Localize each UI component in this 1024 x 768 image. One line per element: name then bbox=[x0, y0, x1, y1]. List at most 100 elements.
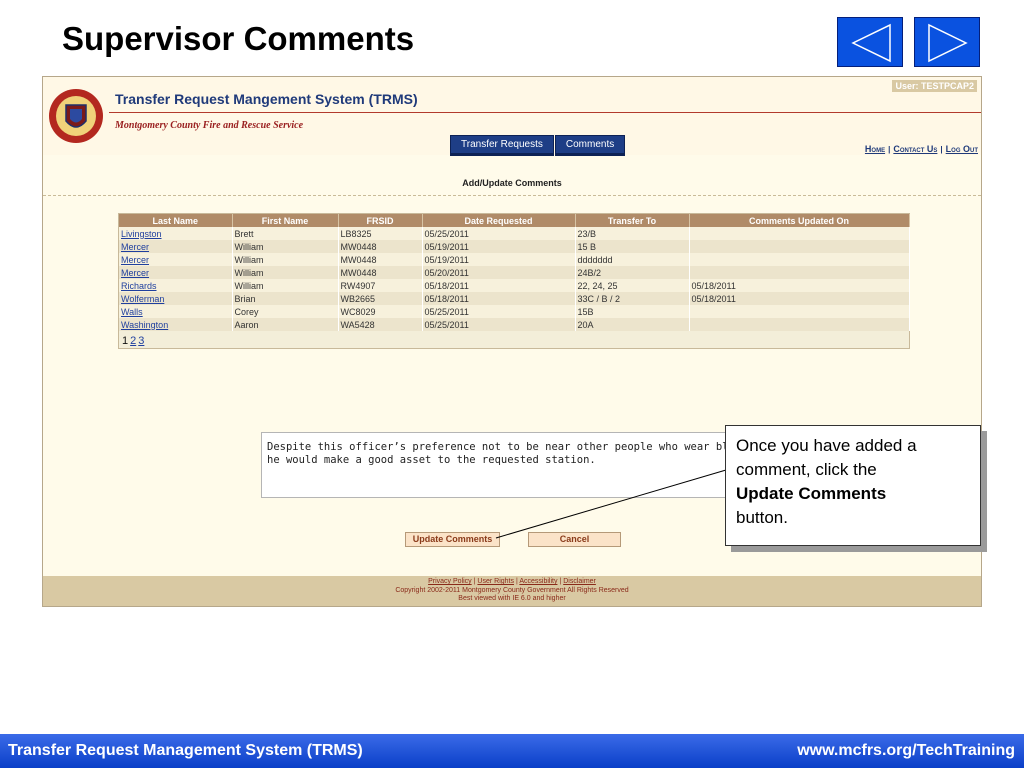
column-header-frsid[interactable]: FRSID bbox=[338, 214, 423, 227]
last-name-link[interactable]: Mercer bbox=[121, 255, 149, 265]
cell-transfer-to: 23/B bbox=[575, 227, 690, 240]
cell-frsid: RW4907 bbox=[338, 279, 423, 292]
instruction-callout: Once you have added a comment, click the… bbox=[725, 425, 981, 546]
table-row: Mercer William MW0448 05/19/2011 ddddddd bbox=[119, 253, 910, 266]
cell-last-name: Livingston bbox=[119, 227, 233, 240]
pager-page-link[interactable]: 2 bbox=[130, 335, 136, 347]
cell-last-name: Wolferman bbox=[119, 292, 233, 305]
cell-transfer-to: 15 B bbox=[575, 240, 690, 253]
top-links: Home | Contact Us | Log Out bbox=[865, 144, 978, 154]
previous-slide-button[interactable] bbox=[837, 17, 903, 67]
privacy-policy-link[interactable]: Privacy Policy bbox=[428, 578, 472, 585]
cell-transfer-to: 33C / B / 2 bbox=[575, 292, 690, 305]
last-name-link[interactable]: Mercer bbox=[121, 268, 149, 278]
cell-date-requested: 05/19/2011 bbox=[422, 240, 576, 253]
column-header-date-requested[interactable]: Date Requested bbox=[422, 214, 576, 227]
cell-frsid: WC8029 bbox=[338, 305, 423, 318]
cell-comments-updated bbox=[689, 227, 910, 240]
link-separator: | bbox=[940, 145, 943, 154]
table-row: Richards William RW4907 05/18/2011 22, 2… bbox=[119, 279, 910, 292]
tab-comments[interactable]: Comments bbox=[554, 135, 626, 156]
cell-comments-updated bbox=[689, 240, 910, 253]
cancel-button[interactable]: Cancel bbox=[528, 532, 621, 547]
table-row: Mercer William MW0448 05/20/2011 24B/2 bbox=[119, 266, 910, 279]
footer-separator: | bbox=[515, 578, 518, 585]
cell-date-requested: 05/20/2011 bbox=[422, 266, 576, 279]
cell-date-requested: 05/19/2011 bbox=[422, 253, 576, 266]
cell-date-requested: 05/18/2011 bbox=[422, 292, 576, 305]
requests-table: Last Name First Name FRSID Date Requeste… bbox=[119, 214, 910, 331]
cell-comments-updated: 05/18/2011 bbox=[689, 292, 910, 305]
cell-first-name: Brian bbox=[232, 292, 339, 305]
cell-frsid: MW0448 bbox=[338, 240, 423, 253]
cell-transfer-to: 22, 24, 25 bbox=[575, 279, 690, 292]
user-rights-link[interactable]: User Rights bbox=[477, 578, 514, 585]
dashed-divider bbox=[43, 195, 981, 196]
cell-frsid: WA5428 bbox=[338, 318, 423, 331]
cell-frsid: LB8325 bbox=[338, 227, 423, 240]
cell-date-requested: 05/25/2011 bbox=[422, 227, 576, 240]
footer-separator: | bbox=[473, 578, 476, 585]
section-title: Add/Update Comments bbox=[462, 178, 562, 188]
cell-first-name: Aaron bbox=[232, 318, 339, 331]
cell-last-name: Walls bbox=[119, 305, 233, 318]
log-out-link[interactable]: Log Out bbox=[946, 144, 978, 154]
cell-last-name: Mercer bbox=[119, 240, 233, 253]
tab-transfer-requests[interactable]: Transfer Requests bbox=[450, 135, 554, 156]
contact-us-link[interactable]: Contact Us bbox=[893, 144, 937, 154]
last-name-link[interactable]: Livingston bbox=[121, 229, 162, 239]
column-header-first-name[interactable]: First Name bbox=[232, 214, 339, 227]
triangle-right-icon bbox=[928, 23, 968, 63]
pager-current-page: 1 bbox=[122, 335, 129, 347]
comment-textarea[interactable]: Despite this officer’s preference not to… bbox=[261, 432, 771, 498]
tab-bar: Transfer Requests Comments bbox=[450, 135, 626, 156]
footer-links: Privacy Policy | User Rights | Accessibi… bbox=[43, 578, 981, 587]
cell-transfer-to: 15B bbox=[575, 305, 690, 318]
update-comments-button[interactable]: Update Comments bbox=[405, 532, 500, 547]
cell-last-name: Mercer bbox=[119, 266, 233, 279]
column-header-comments-updated-on[interactable]: Comments Updated On bbox=[689, 214, 910, 227]
table-row: Mercer William MW0448 05/19/2011 15 B bbox=[119, 240, 910, 253]
agency-name: Montgomery County Fire and Rescue Servic… bbox=[115, 120, 304, 131]
cell-first-name: Corey bbox=[232, 305, 339, 318]
callout-text-bold: Update Comments bbox=[736, 484, 887, 503]
table-header-row: Last Name First Name FRSID Date Requeste… bbox=[119, 214, 910, 227]
column-header-transfer-to[interactable]: Transfer To bbox=[575, 214, 690, 227]
cell-last-name: Washington bbox=[119, 318, 233, 331]
accessibility-link[interactable]: Accessibility bbox=[519, 578, 557, 585]
last-name-link[interactable]: Wolferman bbox=[121, 294, 164, 304]
mcfrs-seal-logo bbox=[49, 89, 103, 143]
cell-first-name: William bbox=[232, 240, 339, 253]
last-name-link[interactable]: Mercer bbox=[121, 242, 149, 252]
table-row: Wolferman Brian WB2665 05/18/2011 33C / … bbox=[119, 292, 910, 305]
cell-comments-updated bbox=[689, 266, 910, 279]
user-label: User: TESTPCAP2 bbox=[892, 80, 977, 92]
app-title: Transfer Request Mangement System (TRMS) bbox=[115, 91, 418, 107]
callout-text-pre: Once you have added a comment, click the bbox=[736, 436, 917, 479]
disclaimer-link[interactable]: Disclaimer bbox=[563, 578, 596, 585]
app-footer: Privacy Policy | User Rights | Accessibi… bbox=[43, 576, 981, 606]
cell-date-requested: 05/18/2011 bbox=[422, 279, 576, 292]
app-header: Transfer Request Mangement System (TRMS)… bbox=[43, 77, 981, 156]
cell-date-requested: 05/25/2011 bbox=[422, 318, 576, 331]
home-link[interactable]: Home bbox=[865, 144, 885, 154]
callout-text-post: button. bbox=[736, 508, 788, 527]
cell-first-name: William bbox=[232, 279, 339, 292]
last-name-link[interactable]: Walls bbox=[121, 307, 143, 317]
next-slide-button[interactable] bbox=[914, 17, 980, 67]
pager-page-link[interactable]: 3 bbox=[138, 335, 144, 347]
cell-transfer-to: 20A bbox=[575, 318, 690, 331]
cell-date-requested: 05/25/2011 bbox=[422, 305, 576, 318]
requests-grid: Last Name First Name FRSID Date Requeste… bbox=[118, 213, 910, 349]
cell-first-name: Brett bbox=[232, 227, 339, 240]
cell-transfer-to: ddddddd bbox=[575, 253, 690, 266]
slide-footer-title: Transfer Request Management System (TRMS… bbox=[8, 742, 363, 759]
cell-frsid: MW0448 bbox=[338, 266, 423, 279]
cell-comments-updated: 05/18/2011 bbox=[689, 279, 910, 292]
cell-last-name: Richards bbox=[119, 279, 233, 292]
last-name-link[interactable]: Washington bbox=[121, 320, 168, 330]
footer-copyright: Copyright 2002-2011 Montgomery County Go… bbox=[395, 586, 629, 594]
column-header-last-name[interactable]: Last Name bbox=[119, 214, 233, 227]
last-name-link[interactable]: Richards bbox=[121, 281, 157, 291]
cell-last-name: Mercer bbox=[119, 253, 233, 266]
